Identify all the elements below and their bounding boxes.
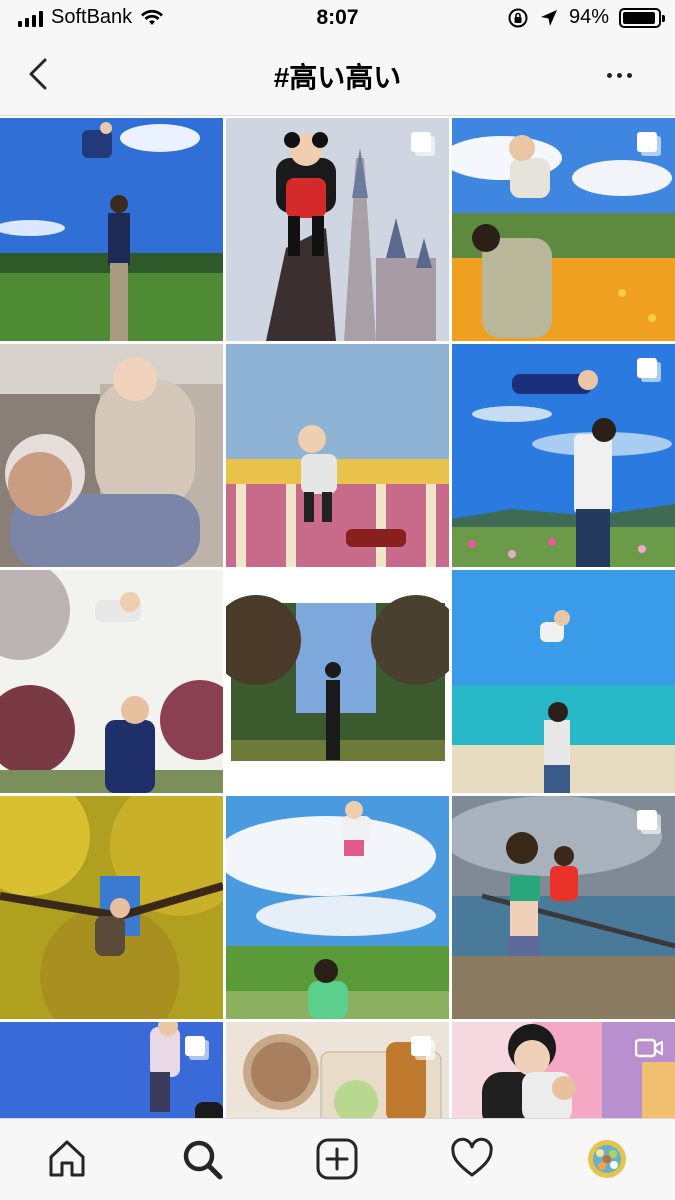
photo-tile[interactable] [452,1022,675,1118]
photo-trees-silhouette [226,570,449,793]
home-icon [49,1140,85,1177]
tab-create[interactable] [313,1135,361,1183]
photo-tile[interactable] [0,118,223,341]
tab-home[interactable] [43,1135,91,1183]
photo-tile[interactable] [226,796,449,1019]
photo-tile[interactable] [452,344,675,567]
status-right: 94% [507,6,665,29]
page-title: #高い高い [273,62,402,93]
photo-tile[interactable] [226,1022,449,1118]
more-options-button[interactable] [599,60,639,90]
photo-tile[interactable] [0,570,223,793]
photo-grid [0,118,675,1118]
orientation-lock-icon [508,8,528,27]
more-dot [616,72,622,78]
multiple-photos-icon [637,132,661,156]
multiple-photos-icon [411,132,435,156]
profile-avatar-icon [588,1140,626,1178]
status-bar: SoftBank 8:07 94% [0,0,675,38]
multiple-photos-icon [637,810,661,834]
tab-profile[interactable] [583,1135,631,1183]
photo-jump-field [226,796,449,1019]
photo-park-autumn [0,570,223,793]
search-icon [183,1140,223,1180]
photo-tile[interactable] [452,796,675,1019]
battery-fill [623,11,655,24]
tab-bar [0,1118,675,1200]
heart-icon [451,1137,493,1177]
photo-tile[interactable] [452,570,675,793]
multiple-photos-icon [637,358,661,382]
tab-search[interactable] [178,1135,226,1183]
battery-icon [619,7,665,28]
photo-tile[interactable] [226,344,449,567]
photo-tile[interactable] [0,1022,223,1118]
photo-grandfather-baby [0,344,223,567]
tab-activity[interactable] [448,1135,496,1183]
photo-beach-toss [452,570,675,793]
location-arrow-icon [540,9,557,26]
photo-tile[interactable] [0,796,223,1019]
photo-tile[interactable] [226,570,449,793]
multiple-photos-icon [411,1036,435,1060]
photo-ginkgo [0,796,223,1019]
more-dot [626,72,632,78]
battery-percent: 94% [568,6,609,28]
add-post-icon [316,1138,358,1180]
photo-tile[interactable] [452,118,675,341]
photo-tile[interactable] [226,118,449,341]
navigation-bar: #高い高い [0,38,675,116]
more-dot [606,72,612,78]
multiple-photos-icon [185,1036,209,1060]
photo-carousel [226,344,449,567]
video-camera-icon [635,1038,663,1058]
photo-father-field [0,118,223,341]
photo-tile[interactable] [0,344,223,567]
